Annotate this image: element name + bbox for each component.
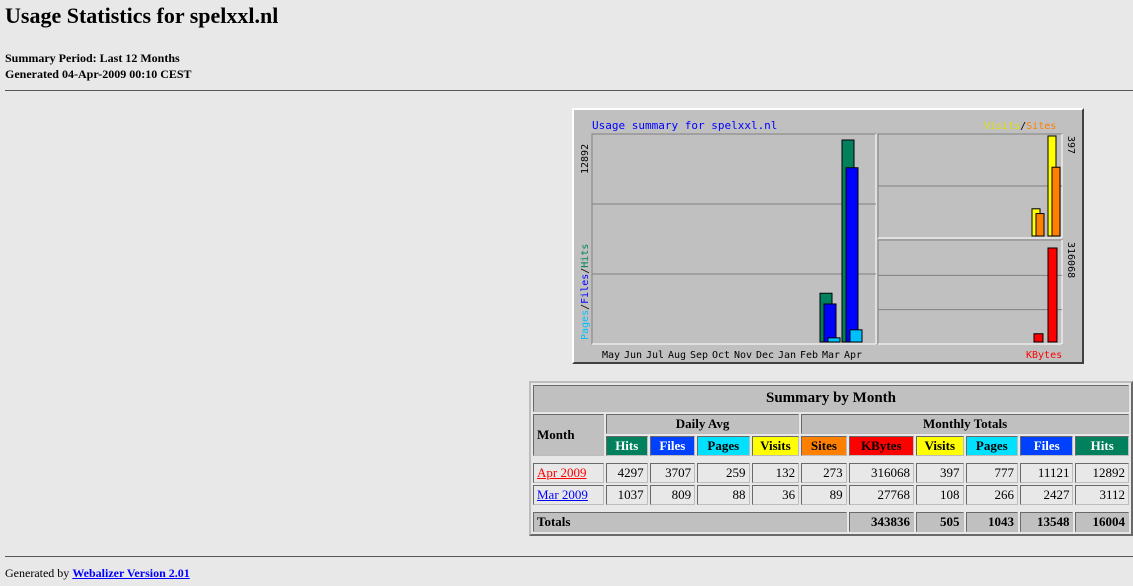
table-row: Mar 2009 1037 809 88 36 89 27768 108 266… (533, 485, 1129, 505)
totals-cell: 13548 (1020, 512, 1074, 532)
month-label-may: May (602, 350, 620, 361)
table-cell: 3112 (1075, 485, 1129, 505)
table-cell: 4297 (605, 463, 648, 483)
table-cell: 273 (801, 463, 847, 483)
webalizer-link[interactable]: Webalizer Version 2.01 (72, 566, 189, 580)
top-divider (5, 90, 1133, 91)
table-cell: 11121 (1020, 463, 1074, 483)
footer: Generated by Webalizer Version 2.01 (5, 566, 190, 581)
spacer-row (533, 458, 1129, 461)
left-axis-label-part: Pages (580, 310, 591, 340)
col-monthly-visits: Visits (915, 436, 964, 456)
totals-row: Totals 343836 505 1043 13548 16004 (533, 512, 1129, 532)
month-header: Month (533, 414, 604, 456)
table-cell: 809 (649, 485, 696, 505)
daily-avg-header: Daily Avg (605, 414, 800, 434)
usage-summary-chart: Usage summary for spelxxl.nl 12892 Pages/F… (572, 108, 1084, 364)
bottom-right-max-label: 316068 (1065, 242, 1076, 278)
table-cell: 132 (751, 463, 800, 483)
col-monthly-files: Files (1020, 436, 1074, 456)
totals-cell: 16004 (1075, 512, 1129, 532)
bar-sites-apr (1051, 166, 1061, 237)
col-monthly-hits: Hits (1075, 436, 1129, 456)
month-label-nov: Nov (734, 350, 752, 361)
table-cell: 1037 (605, 485, 648, 505)
bar-kbytes-apr (1047, 247, 1058, 343)
footer-prefix: Generated by (5, 566, 73, 580)
visits-sites-legend: Visits/Sites (984, 121, 1056, 132)
bar-files-mar (823, 303, 837, 343)
kbytes-legend: KBytes (1026, 350, 1062, 361)
col-daily-files: Files (649, 436, 696, 456)
chart-svg: Usage summary for spelxxl.nl 12892 Pages/F… (577, 119, 1077, 361)
bottom-divider (5, 556, 1133, 557)
table-title: Summary by Month (533, 385, 1129, 412)
bar-sites-mar (1035, 213, 1045, 237)
summary-by-month-table: Summary by Month Month Daily Avg Monthly… (529, 381, 1133, 536)
visits-sites-legend-part: Visits (984, 121, 1020, 132)
table-cell: 3707 (649, 463, 696, 483)
col-monthly-sites: Sites (801, 436, 847, 456)
left-axis-label-part: Files (580, 274, 591, 304)
table-cell: 316068 (848, 463, 914, 483)
month-label-oct: Oct (712, 350, 730, 361)
col-monthly-pages: Pages (965, 436, 1018, 456)
bar-pages-apr (849, 329, 863, 343)
top-right-max-label: 397 (1065, 136, 1076, 154)
table-cell: 777 (965, 463, 1018, 483)
month-label-jun: Jun (624, 350, 642, 361)
generated-date: Generated 04-Apr-2009 00:10 CEST (5, 67, 192, 81)
col-daily-hits: Hits (605, 436, 648, 456)
spacer-row (533, 507, 1129, 510)
col-daily-pages: Pages (697, 436, 750, 456)
table-cell: 259 (697, 463, 750, 483)
month-cell: Mar 2009 (533, 485, 604, 505)
table-cell: 2427 (1020, 485, 1074, 505)
table-cell: 108 (915, 485, 964, 505)
left-axis-label: Pages/Files/Hits (580, 244, 591, 340)
month-label-apr: Apr (844, 350, 862, 361)
bar-pages-mar (827, 337, 841, 343)
table-cell: 88 (697, 485, 750, 505)
monthly-totals-header: Monthly Totals (801, 414, 1129, 434)
table-cell: 27768 (848, 485, 914, 505)
month-link-apr-2009[interactable]: Apr 2009 (537, 465, 586, 480)
month-label-jul: Jul (646, 350, 664, 361)
month-label-sep: Sep (690, 350, 708, 361)
bar-files-apr (845, 167, 859, 343)
table-cell: 266 (965, 485, 1018, 505)
totals-cell: 343836 (848, 512, 914, 532)
table-cell: 89 (801, 485, 847, 505)
totals-cell: 505 (915, 512, 964, 532)
page-title: Usage Statistics for spelxxl.nl (5, 3, 279, 28)
page-meta: Summary Period: Last 12 Months Generated… (5, 50, 192, 82)
month-label-jan: Jan (778, 350, 796, 361)
bottom-right-panel-frame (877, 239, 1063, 345)
month-label-dec: Dec (756, 350, 774, 361)
col-monthly-kbytes: KBytes (848, 436, 914, 456)
totals-label: Totals (533, 512, 847, 532)
table-cell: 397 (915, 463, 964, 483)
chart-title: Usage summary for spelxxl.nl (592, 119, 777, 132)
month-label-mar: Mar (822, 350, 840, 361)
left-max-label: 12892 (580, 144, 591, 174)
month-label-feb: Feb (800, 350, 818, 361)
bar-kbytes-mar (1033, 333, 1044, 343)
table-row: Apr 2009 4297 3707 259 132 273 316068 39… (533, 463, 1129, 483)
month-cell: Apr 2009 (533, 463, 604, 483)
totals-cell: 1043 (965, 512, 1018, 532)
summary-period: Summary Period: Last 12 Months (5, 51, 180, 65)
visits-sites-legend-part: Sites (1026, 121, 1056, 132)
table-cell: 12892 (1075, 463, 1129, 483)
month-link-mar-2009[interactable]: Mar 2009 (537, 487, 588, 502)
left-axis-label-part: Hits (580, 244, 591, 268)
col-daily-visits: Visits (751, 436, 800, 456)
month-label-aug: Aug (668, 350, 686, 361)
table-cell: 36 (751, 485, 800, 505)
